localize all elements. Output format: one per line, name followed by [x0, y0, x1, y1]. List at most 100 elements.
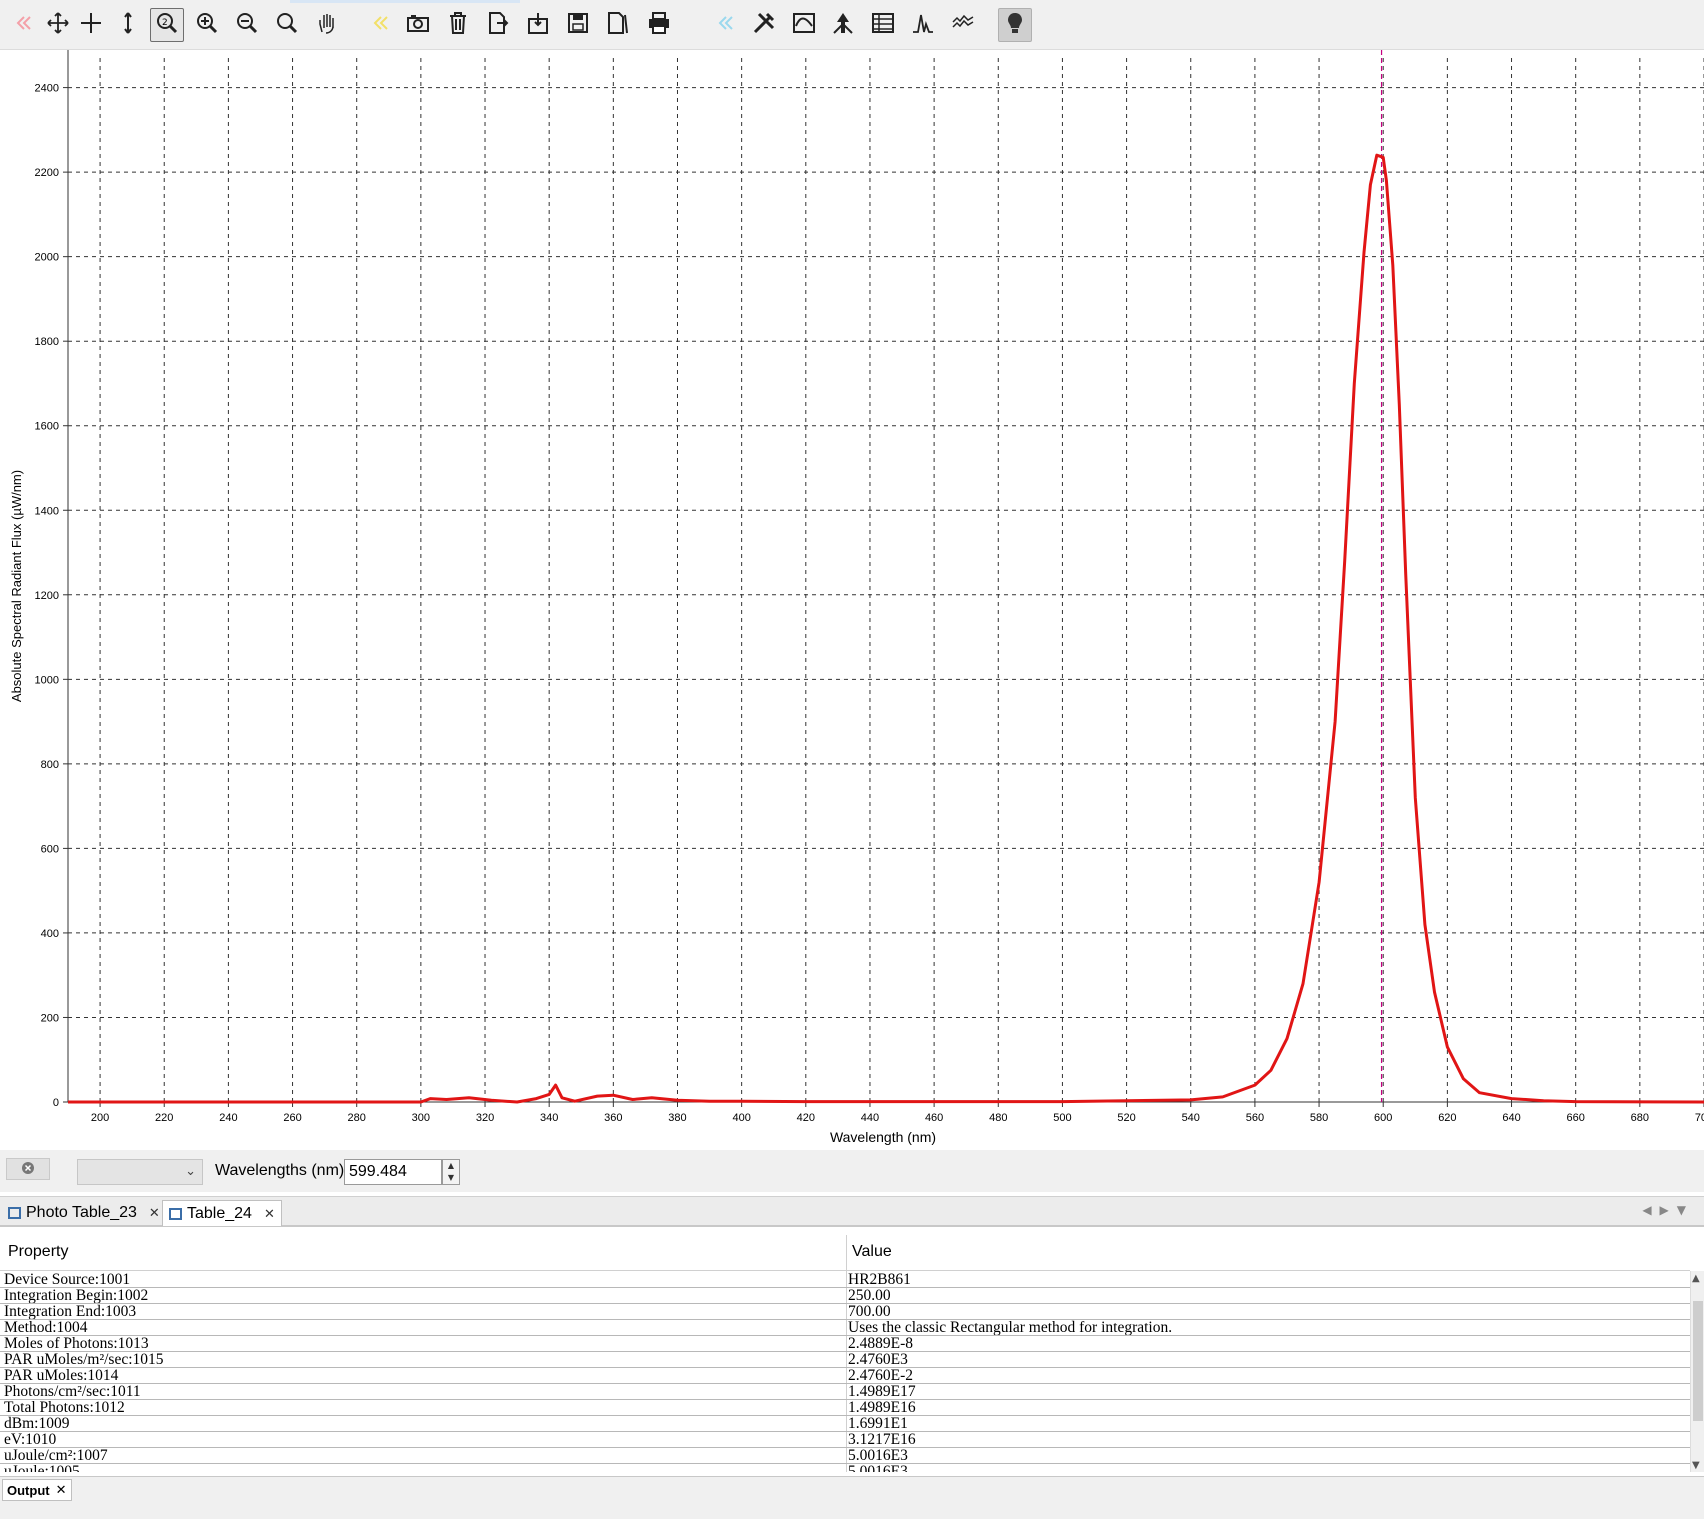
scrollbar-thumb[interactable] [1693, 1301, 1703, 1421]
pan-crosshair-button[interactable] [74, 8, 108, 42]
table-row[interactable]: eV:1010 3.1217E16 [0, 1432, 1690, 1448]
x-tick-label: 500 [1053, 1112, 1071, 1124]
cyan-back-button[interactable] [708, 8, 742, 42]
peaks-button[interactable] [906, 8, 940, 42]
light-bulb-button[interactable] [998, 8, 1032, 42]
row-value: 5.0016E3 [848, 1464, 908, 1472]
x-tick-label: 220 [155, 1112, 173, 1124]
table-row[interactable]: uJoule/cm²:1007 5.0016E3 [0, 1448, 1690, 1464]
back-history-icon [10, 10, 36, 40]
print-button[interactable] [642, 8, 676, 42]
toolbar-top-strip [290, 0, 520, 3]
wavelength-spinner[interactable]: ▲ ▼ [442, 1159, 460, 1185]
zoom-reset-button[interactable] [270, 8, 304, 42]
table-row[interactable]: uJoule:1005 5.0016E3 [0, 1464, 1690, 1472]
table-row[interactable]: Method:1004 Uses the classic Rectangular … [0, 1320, 1690, 1336]
curve-icon [791, 10, 817, 40]
table-tab-icon [8, 1207, 21, 1219]
curve-button[interactable] [787, 8, 821, 42]
y-tick-label: 1400 [35, 505, 59, 517]
table-row[interactable]: Device Source:1001 HR2B861 [0, 1272, 1690, 1288]
tab-output[interactable]: Output ✕ [2, 1479, 72, 1501]
table-row[interactable]: Integration End:1003 700.00 [0, 1304, 1690, 1320]
close-icon[interactable]: ✕ [56, 1482, 67, 1498]
peaks-icon [910, 10, 936, 40]
auto-scale-button[interactable]: 2 [150, 8, 184, 42]
spectrum-chart-panel[interactable]: 0 200 400 600 800 1000 1200 1400 1600 1800 2000 220… [0, 50, 1704, 1150]
save-button[interactable] [561, 8, 595, 42]
export-button[interactable] [481, 8, 515, 42]
row-value: 3.1217E16 [848, 1432, 916, 1448]
spectrum-chart[interactable]: 0 200 400 600 800 1000 1200 1400 1600 1800 2000 220… [0, 50, 1704, 1150]
x-tick-label: 200 [91, 1112, 109, 1124]
table-row[interactable]: Integration Begin:1002 250.00 [0, 1288, 1690, 1304]
close-icon[interactable]: ✕ [264, 1206, 275, 1222]
column-header-property[interactable]: Property [8, 1243, 68, 1261]
auto-scale-icon: 2 [154, 10, 180, 40]
clear-cursor-button[interactable] [6, 1158, 50, 1180]
row-value: 700.00 [848, 1304, 891, 1320]
row-value: 1.4989E17 [848, 1384, 916, 1400]
row-property: Integration End:1003 [4, 1304, 137, 1320]
zoom-out-button[interactable] [230, 8, 264, 42]
x-tick-label: 560 [1246, 1112, 1264, 1124]
tab-photo-table-23[interactable]: Photo Table_23 ✕ [2, 1200, 166, 1226]
table-row[interactable]: Moles of Photons:1013 2.4889E-8 [0, 1336, 1690, 1352]
x-tick-label: 340 [540, 1112, 558, 1124]
spectrum-overlay-icon [950, 10, 976, 40]
save-icon [565, 10, 591, 40]
y-tick-label: 600 [41, 843, 59, 855]
row-value: 5.0016E3 [848, 1448, 908, 1464]
pan-crosshair-icon [78, 10, 104, 40]
spectrum-overlay-button[interactable] [946, 8, 980, 42]
row-value: 2.4760E-2 [848, 1368, 914, 1384]
camera-button[interactable] [401, 8, 435, 42]
import-button[interactable] [521, 8, 555, 42]
column-header-value[interactable]: Value [852, 1243, 892, 1261]
series-dropdown[interactable]: ⌄ [77, 1159, 203, 1185]
table-row[interactable]: PAR uMoles:1014 2.4760E-2 [0, 1368, 1690, 1384]
spinner-down-icon[interactable]: ▼ [443, 1172, 459, 1184]
x-tick-label: 700 [1695, 1112, 1704, 1124]
table-button[interactable] [866, 8, 900, 42]
x-tick-labels: 200 220 240 260 280 300 320 340 360 380 400 420 440 4… [91, 1112, 1704, 1124]
scroll-up-icon[interactable]: ▲ [1692, 1273, 1700, 1284]
peak-marker-button[interactable] [826, 8, 860, 42]
table-row[interactable]: Total Photons:1012 1.4989E16 [0, 1400, 1690, 1416]
x-tick-label: 320 [476, 1112, 494, 1124]
tab-table-24[interactable]: Table_24 ✕ [162, 1200, 282, 1226]
row-property: uJoule:1005 [4, 1464, 80, 1472]
spinner-up-icon[interactable]: ▲ [443, 1160, 459, 1172]
x-tick-label: 260 [283, 1112, 301, 1124]
save-as-button[interactable] [601, 8, 635, 42]
table-row[interactable]: PAR uMoles/m²/sec:1015 2.4760E3 [0, 1352, 1690, 1368]
back-history-button[interactable] [6, 8, 40, 42]
table-row[interactable]: Photons/cm²/sec:1011 1.4989E17 [0, 1384, 1690, 1400]
yellow-back-icon [367, 10, 393, 40]
row-property: Photons/cm²/sec:1011 [4, 1384, 141, 1400]
tab-label: Photo Table_23 [26, 1204, 137, 1221]
x-tick-label: 280 [348, 1112, 366, 1124]
zoom-in-button[interactable] [190, 8, 224, 42]
x-tick-label: 620 [1438, 1112, 1456, 1124]
wavelength-label: Wavelengths (nm) [215, 1162, 345, 1179]
y-tick-label: 2400 [35, 83, 59, 95]
move-all-icon [45, 10, 71, 40]
wavelength-input[interactable] [344, 1159, 442, 1185]
table-row[interactable]: dBm:1009 1.6991E1 [0, 1416, 1690, 1432]
yellow-back-button[interactable] [363, 8, 397, 42]
row-value: 1.4989E16 [848, 1400, 916, 1416]
close-icon[interactable]: ✕ [149, 1205, 160, 1221]
tab-navigation[interactable]: ◀▶▼ [1642, 1203, 1694, 1217]
vertical-scale-button[interactable] [111, 8, 145, 42]
trash-button[interactable] [441, 8, 475, 42]
y-tick-label: 1600 [35, 421, 59, 433]
hand-pan-button[interactable] [310, 8, 344, 42]
tools-button[interactable] [747, 8, 781, 42]
move-all-button[interactable] [41, 8, 75, 42]
row-property: Device Source:1001 [4, 1272, 131, 1288]
zoom-in-icon [194, 10, 220, 40]
table-scrollbar[interactable]: ▲ ▼ [1690, 1271, 1704, 1472]
light-bulb-icon [1002, 10, 1028, 40]
scroll-down-icon[interactable]: ▼ [1692, 1460, 1700, 1471]
